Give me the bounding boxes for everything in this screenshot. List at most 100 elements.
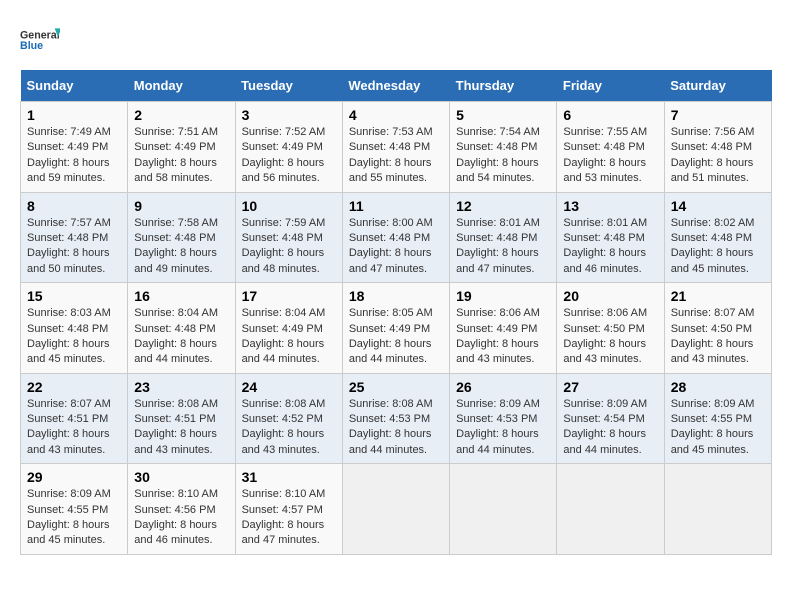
sunset-label: Sunset: — [27, 413, 67, 425]
sunrise-label: Sunrise: — [671, 398, 714, 410]
day-number: 15 — [27, 288, 121, 304]
day-detail: Sunrise: 8:07 AM Sunset: 4:51 PM Dayligh… — [27, 397, 121, 459]
header-friday: Friday — [557, 70, 664, 102]
day-number: 8 — [27, 198, 121, 214]
day-detail: Sunrise: 8:10 AM Sunset: 4:56 PM Dayligh… — [134, 487, 228, 549]
sunset-time: 4:49 PM — [175, 141, 216, 153]
sunrise-time: 8:04 AM — [285, 307, 325, 319]
sunset-label: Sunset: — [242, 504, 282, 516]
sunrise-time: 8:10 AM — [178, 488, 218, 500]
calendar-cell: 31 Sunrise: 8:10 AM Sunset: 4:57 PM Dayl… — [235, 464, 342, 555]
day-number: 11 — [349, 198, 443, 214]
day-number: 24 — [242, 379, 336, 395]
sunset-label: Sunset: — [349, 141, 389, 153]
sunrise-time: 8:06 AM — [607, 307, 647, 319]
day-detail: Sunrise: 8:04 AM Sunset: 4:49 PM Dayligh… — [242, 306, 336, 368]
day-detail: Sunrise: 7:58 AM Sunset: 4:48 PM Dayligh… — [134, 216, 228, 278]
daylight-hours: 8 hours — [609, 247, 646, 259]
sunset-time: 4:48 PM — [389, 141, 430, 153]
daylight-hours: 8 hours — [395, 428, 432, 440]
sunrise-label: Sunrise: — [563, 398, 606, 410]
sunset-label: Sunset: — [27, 141, 67, 153]
daylight-hours: 8 hours — [717, 247, 754, 259]
sunrise-time: 8:08 AM — [178, 398, 218, 410]
sunset-time: 4:48 PM — [67, 232, 108, 244]
daylight-hours: 8 hours — [502, 428, 539, 440]
calendar-cell: 14 Sunrise: 8:02 AM Sunset: 4:48 PM Dayl… — [664, 192, 771, 283]
day-number: 20 — [563, 288, 657, 304]
sunrise-time: 8:00 AM — [392, 217, 432, 229]
sunrise-label: Sunrise: — [242, 217, 285, 229]
daylight-minutes: and 53 minutes. — [563, 172, 641, 184]
sunrise-time: 8:10 AM — [285, 488, 325, 500]
sunset-label: Sunset: — [27, 504, 67, 516]
daylight-label: Daylight: — [349, 157, 395, 169]
day-number: 25 — [349, 379, 443, 395]
sunset-label: Sunset: — [242, 232, 282, 244]
daylight-hours: 8 hours — [287, 428, 324, 440]
daylight-minutes: and 45 minutes. — [671, 444, 749, 456]
sunrise-label: Sunrise: — [242, 488, 285, 500]
sunrise-time: 8:01 AM — [500, 217, 540, 229]
day-number: 14 — [671, 198, 765, 214]
calendar-week-3: 15 Sunrise: 8:03 AM Sunset: 4:48 PM Dayl… — [21, 283, 772, 374]
daylight-minutes: and 43 minutes. — [27, 444, 105, 456]
day-number: 23 — [134, 379, 228, 395]
sunset-label: Sunset: — [671, 413, 711, 425]
sunset-time: 4:48 PM — [604, 141, 645, 153]
daylight-hours: 8 hours — [180, 428, 217, 440]
sunset-label: Sunset: — [456, 413, 496, 425]
daylight-label: Daylight: — [563, 247, 609, 259]
daylight-label: Daylight: — [349, 247, 395, 259]
sunset-label: Sunset: — [563, 413, 603, 425]
sunset-label: Sunset: — [671, 323, 711, 335]
day-number: 17 — [242, 288, 336, 304]
sunrise-label: Sunrise: — [671, 217, 714, 229]
sunrise-label: Sunrise: — [349, 307, 392, 319]
logo: General Blue — [20, 20, 60, 60]
sunrise-label: Sunrise: — [134, 217, 177, 229]
daylight-hours: 8 hours — [180, 519, 217, 531]
calendar-week-1: 1 Sunrise: 7:49 AM Sunset: 4:49 PM Dayli… — [21, 102, 772, 193]
sunrise-time: 8:08 AM — [285, 398, 325, 410]
sunset-label: Sunset: — [242, 323, 282, 335]
daylight-hours: 8 hours — [73, 428, 110, 440]
calendar-cell: 7 Sunrise: 7:56 AM Sunset: 4:48 PM Dayli… — [664, 102, 771, 193]
calendar-table: SundayMondayTuesdayWednesdayThursdayFrid… — [20, 70, 772, 555]
sunset-time: 4:49 PM — [67, 141, 108, 153]
sunset-time: 4:49 PM — [282, 323, 323, 335]
daylight-hours: 8 hours — [287, 157, 324, 169]
sunset-time: 4:57 PM — [282, 504, 323, 516]
sunrise-time: 7:51 AM — [178, 126, 218, 138]
day-number: 2 — [134, 107, 228, 123]
daylight-minutes: and 43 minutes. — [456, 353, 534, 365]
sunset-time: 4:56 PM — [175, 504, 216, 516]
calendar-cell: 15 Sunrise: 8:03 AM Sunset: 4:48 PM Dayl… — [21, 283, 128, 374]
calendar-cell: 25 Sunrise: 8:08 AM Sunset: 4:53 PM Dayl… — [342, 373, 449, 464]
sunset-time: 4:48 PM — [175, 323, 216, 335]
daylight-hours: 8 hours — [502, 157, 539, 169]
daylight-minutes: and 47 minutes. — [456, 263, 534, 275]
sunrise-time: 8:07 AM — [70, 398, 110, 410]
day-detail: Sunrise: 8:09 AM Sunset: 4:55 PM Dayligh… — [671, 397, 765, 459]
header: General Blue — [20, 20, 772, 60]
sunset-label: Sunset: — [134, 413, 174, 425]
sunrise-time: 8:09 AM — [714, 398, 754, 410]
day-detail: Sunrise: 8:06 AM Sunset: 4:50 PM Dayligh… — [563, 306, 657, 368]
daylight-label: Daylight: — [349, 338, 395, 350]
logo-svg: General Blue — [20, 20, 60, 60]
sunset-label: Sunset: — [27, 232, 67, 244]
sunrise-time: 7:57 AM — [70, 217, 110, 229]
daylight-label: Daylight: — [242, 338, 288, 350]
day-detail: Sunrise: 7:59 AM Sunset: 4:48 PM Dayligh… — [242, 216, 336, 278]
daylight-hours: 8 hours — [395, 247, 432, 259]
sunrise-label: Sunrise: — [349, 398, 392, 410]
sunrise-time: 8:09 AM — [70, 488, 110, 500]
daylight-label: Daylight: — [563, 338, 609, 350]
daylight-minutes: and 49 minutes. — [134, 263, 212, 275]
calendar-cell — [450, 464, 557, 555]
daylight-hours: 8 hours — [395, 338, 432, 350]
day-detail: Sunrise: 7:57 AM Sunset: 4:48 PM Dayligh… — [27, 216, 121, 278]
daylight-hours: 8 hours — [287, 247, 324, 259]
calendar-week-5: 29 Sunrise: 8:09 AM Sunset: 4:55 PM Dayl… — [21, 464, 772, 555]
